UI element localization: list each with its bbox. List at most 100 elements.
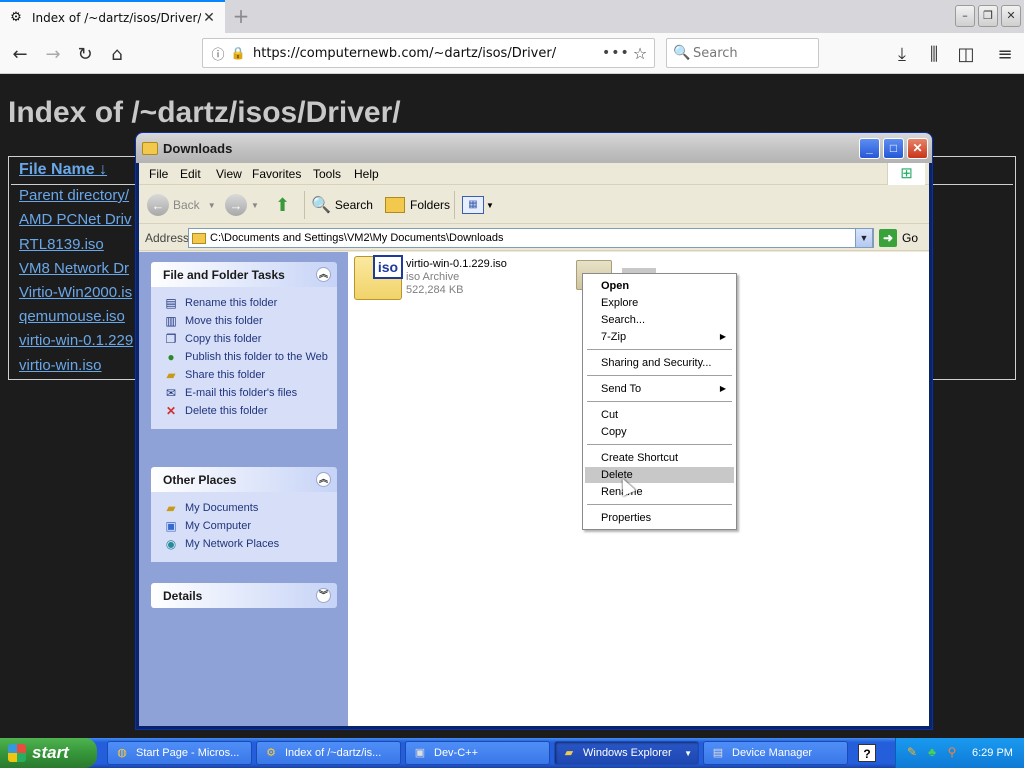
taskbar-item-device-manager[interactable]: ▤ Device Manager: [703, 741, 848, 765]
menu-item-7zip[interactable]: 7-Zip ▶: [585, 329, 734, 345]
menu-icon[interactable]: ≡: [992, 41, 1018, 67]
windows-flag-icon: [8, 744, 26, 762]
group-dropdown-icon[interactable]: ▼: [684, 749, 692, 758]
explorer-minimize-button[interactable]: _: [859, 138, 880, 159]
taskbar-item-explorer[interactable]: ▰ Windows Explorer ▼: [554, 741, 699, 765]
menu-item-rename[interactable]: Rename: [585, 484, 734, 500]
browser-tab[interactable]: ⚙ Index of /~dartz/isos/Driver/ ✕: [0, 0, 225, 33]
task-move-folder[interactable]: ▥ Move this folder: [163, 315, 337, 329]
task-publish-folder[interactable]: ● Publish this folder to the Web: [163, 351, 337, 365]
file-link[interactable]: AMD PCNet Driv: [19, 211, 132, 228]
url-text[interactable]: https://computernewb.com/~dartz/isos/Dri…: [247, 46, 602, 61]
help-icon[interactable]: ?: [858, 744, 876, 762]
system-tray: ✎ ♣ ⚲ 6:29 PM: [895, 738, 1024, 768]
views-button[interactable]: ▦ ▼: [462, 192, 494, 218]
file-link[interactable]: virtio-win-0.1.229: [19, 332, 133, 349]
file-name-column-header[interactable]: File Name ↓: [19, 161, 107, 179]
close-tab-icon[interactable]: ✕: [201, 10, 217, 26]
menu-tools[interactable]: Tools: [313, 167, 341, 181]
file-folder-tasks-header[interactable]: File and Folder Tasks ︽: [151, 262, 337, 287]
bookmark-star-icon[interactable]: ☆: [626, 44, 654, 63]
menu-separator: [587, 444, 732, 445]
menu-item-explore[interactable]: Explore: [585, 295, 734, 311]
file-link[interactable]: virtio-win.iso: [19, 357, 102, 374]
menu-item-cut[interactable]: Cut: [585, 407, 734, 423]
explorer-close-button[interactable]: ✕: [907, 138, 928, 159]
menu-item-search[interactable]: Search...: [585, 312, 734, 328]
back-button[interactable]: ← Back ▼: [147, 192, 216, 218]
search-button[interactable]: 🔍 Search: [311, 192, 373, 218]
menu-help[interactable]: Help: [354, 167, 379, 181]
file-link[interactable]: VM8 Network Dr: [19, 260, 129, 277]
forward-dropdown-icon[interactable]: ▼: [251, 201, 259, 210]
menu-item-properties[interactable]: Properties: [585, 510, 734, 526]
expand-chevron-icon[interactable]: ︾: [316, 588, 331, 603]
start-button[interactable]: start: [0, 738, 97, 768]
page-heading: Index of /~dartz/isos/Driver/: [8, 96, 401, 129]
file-link[interactable]: qemumouse.iso: [19, 308, 125, 325]
place-my-documents[interactable]: ▰ My Documents: [163, 502, 337, 516]
menu-favorites[interactable]: Favorites: [252, 167, 301, 181]
menu-item-sharing-security[interactable]: Sharing and Security...: [585, 355, 734, 371]
sidebar-icon[interactable]: ◫: [953, 41, 979, 67]
task-label: Device Manager: [732, 747, 813, 759]
new-tab-icon[interactable]: +: [229, 4, 253, 28]
go-button[interactable]: ➜ Go: [879, 229, 918, 247]
details-header[interactable]: Details ︾: [151, 583, 337, 608]
menu-item-create-shortcut[interactable]: Create Shortcut: [585, 450, 734, 466]
back-arrow-icon[interactable]: ←: [7, 41, 33, 67]
download-icon[interactable]: ⤓: [889, 41, 915, 67]
forward-arrow-icon[interactable]: →: [40, 41, 66, 67]
tray-search-icon[interactable]: ⚲: [944, 745, 960, 761]
menu-file[interactable]: File: [149, 167, 168, 181]
task-email-files[interactable]: ✉ E-mail this folder's files: [163, 387, 337, 401]
menu-edit[interactable]: Edit: [180, 167, 201, 181]
explorer-title-bar[interactable]: Downloads _ □ ✕: [136, 133, 932, 163]
url-bar[interactable]: ⓘ 🔒 https://computernewb.com/~dartz/isos…: [202, 38, 655, 68]
task-share-folder[interactable]: ▰ Share this folder: [163, 369, 337, 383]
file-link[interactable]: Virtio-Win2000.is: [19, 284, 132, 301]
reload-icon[interactable]: ↻: [72, 41, 98, 67]
forward-icon: →: [225, 194, 247, 216]
minimize-window-button[interactable]: –: [955, 5, 975, 27]
taskbar-item-devcpp[interactable]: ▣ Dev-C++: [405, 741, 550, 765]
file-link[interactable]: RTL8139.iso: [19, 236, 104, 253]
collapse-chevron-icon[interactable]: ︽: [316, 472, 331, 487]
place-my-network[interactable]: ◉ My Network Places: [163, 538, 337, 552]
address-input[interactable]: C:\Documents and Settings\VM2\My Documen…: [188, 228, 874, 248]
tray-network-icon[interactable]: ♣: [924, 745, 940, 761]
place-my-computer[interactable]: ▣ My Computer: [163, 520, 337, 534]
menu-item-copy[interactable]: Copy: [585, 424, 734, 440]
collapse-chevron-icon[interactable]: ︽: [316, 267, 331, 282]
views-dropdown-icon[interactable]: ▼: [486, 201, 494, 210]
other-places-header[interactable]: Other Places ︽: [151, 467, 337, 492]
file-item-iso[interactable]: iso virtio-win-0.1.229.iso iso Archive 5…: [354, 255, 554, 302]
my-documents-icon: ▰: [166, 501, 176, 515]
task-delete-folder[interactable]: ✕ Delete this folder: [163, 405, 337, 419]
library-icon[interactable]: ⫼: [921, 41, 947, 67]
menu-item-delete[interactable]: Delete: [585, 467, 734, 483]
menu-item-open[interactable]: Open: [585, 278, 734, 294]
search-input[interactable]: 🔍 Search: [666, 38, 819, 68]
taskbar-item-browser[interactable]: ⚙ Index of /~dartz/is...: [256, 741, 401, 765]
submenu-arrow-icon: ▶: [719, 384, 726, 393]
up-folder-button[interactable]: ⬆: [275, 192, 290, 218]
address-dropdown-icon[interactable]: ▼: [855, 228, 873, 248]
home-icon[interactable]: ⌂: [104, 41, 130, 67]
folders-button[interactable]: Folders: [385, 192, 450, 218]
task-copy-folder[interactable]: ❐ Copy this folder: [163, 333, 337, 347]
close-window-button[interactable]: ✕: [1001, 5, 1021, 27]
file-link[interactable]: Parent directory/: [19, 187, 129, 204]
tray-tools-icon[interactable]: ✎: [904, 745, 920, 761]
menu-item-send-to[interactable]: Send To ▶: [585, 381, 734, 397]
explorer-maximize-button[interactable]: □: [883, 138, 904, 159]
back-dropdown-icon[interactable]: ▼: [208, 201, 216, 210]
forward-button[interactable]: → ▼: [225, 192, 259, 218]
task-rename-folder[interactable]: ▤ Rename this folder: [163, 297, 337, 311]
page-actions-icon[interactable]: •••: [602, 45, 629, 61]
menu-view[interactable]: View: [216, 167, 242, 181]
globe-icon: ●: [167, 350, 175, 364]
restore-window-button[interactable]: ❐: [978, 5, 998, 27]
site-info-icon[interactable]: ⓘ: [207, 44, 229, 63]
taskbar-item-ie[interactable]: ◍ Start Page - Micros...: [107, 741, 252, 765]
